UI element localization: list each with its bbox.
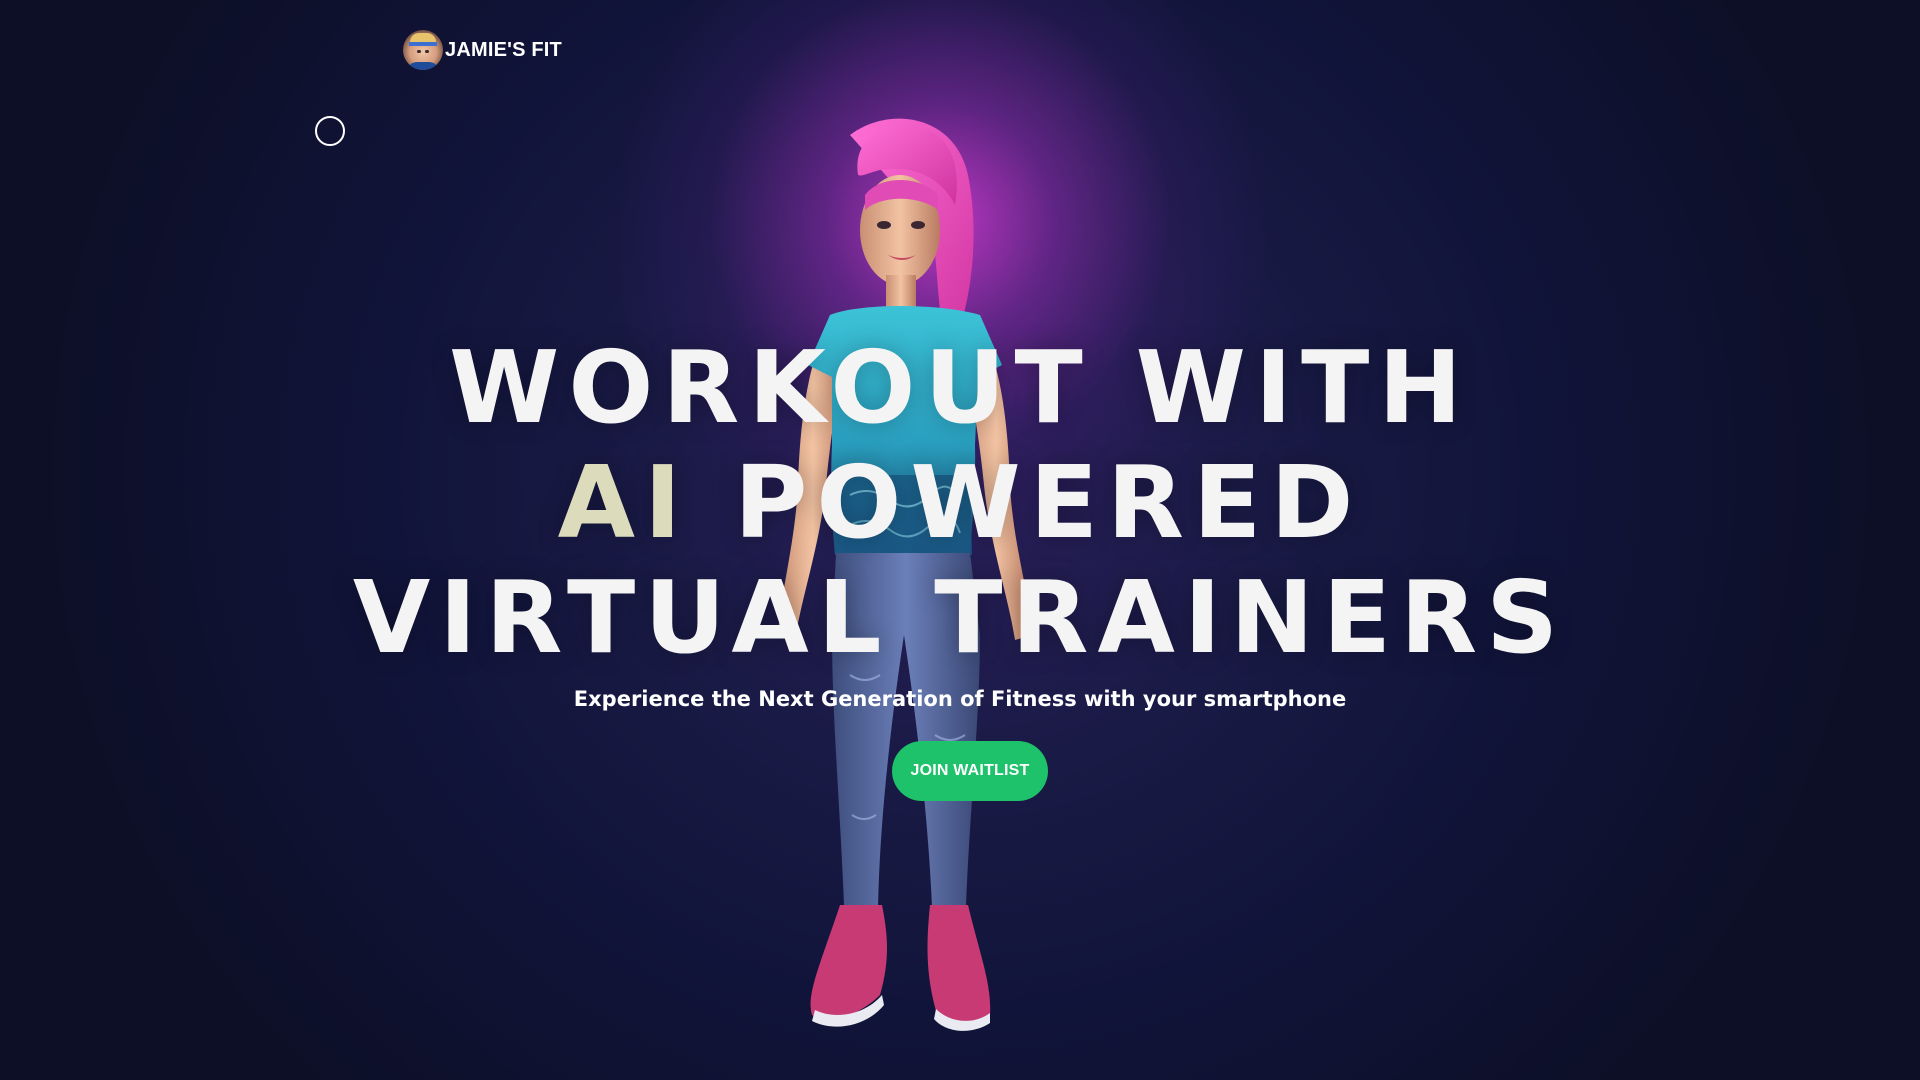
hero-title-line-2: AI POWERED bbox=[0, 445, 1920, 560]
trainer-avatar bbox=[403, 30, 443, 70]
hero-subtitle: Experience the Next Generation of Fitnes… bbox=[573, 687, 1347, 711]
hero-title-accent: AI bbox=[557, 444, 691, 561]
hero-title-line-3: VIRTUAL TRAINERS bbox=[352, 559, 1568, 676]
landing-page: JAMIE'S FIT WORKOUT WITH AI POWERED VIRT… bbox=[0, 0, 1920, 1080]
brand-name: JAMIE'S FIT bbox=[445, 38, 562, 61]
brand-logo[interactable]: JAMIE'S FIT bbox=[403, 30, 562, 70]
join-waitlist-button[interactable]: JOIN WAITLIST bbox=[892, 741, 1048, 801]
hero-title-line-2-rest: POWERED bbox=[734, 444, 1363, 561]
hero-title-line-1: WORKOUT WITH bbox=[449, 329, 1471, 446]
hero-title: WORKOUT WITH AI POWERED VIRTUAL TRAINERS bbox=[0, 330, 1920, 675]
circle-icon[interactable] bbox=[315, 116, 345, 146]
